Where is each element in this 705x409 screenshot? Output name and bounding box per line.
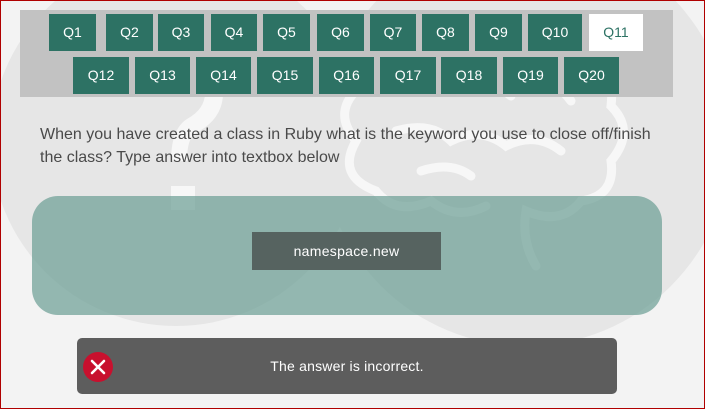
question-tab-q15[interactable]: Q15: [257, 57, 313, 94]
question-tab-q7[interactable]: Q7: [370, 14, 416, 51]
answer-textbox[interactable]: namespace.new: [252, 232, 441, 270]
question-tab-q10[interactable]: Q10: [528, 14, 582, 51]
question-tab-q20[interactable]: Q20: [564, 57, 619, 94]
feedback-text: The answer is incorrect.: [270, 358, 424, 374]
question-tab-q4[interactable]: Q4: [211, 14, 257, 51]
question-tab-q11[interactable]: Q11: [589, 14, 643, 51]
question-tab-q9[interactable]: Q9: [475, 14, 522, 51]
question-tab-q3[interactable]: Q3: [158, 14, 204, 51]
question-tab-q14[interactable]: Q14: [196, 57, 251, 94]
question-tab-q6[interactable]: Q6: [317, 14, 364, 51]
question-tab-q8[interactable]: Q8: [422, 14, 469, 51]
question-text: When you have created a class in Ruby wh…: [40, 126, 651, 166]
question-tab-q5[interactable]: Q5: [263, 14, 310, 51]
question-tab-q17[interactable]: Q17: [380, 57, 436, 94]
question-tab-q13[interactable]: Q13: [135, 57, 190, 94]
feedback-message: The answer is incorrect.: [77, 338, 617, 394]
question-tab-q19[interactable]: Q19: [503, 57, 558, 94]
question-tab-q1[interactable]: Q1: [49, 14, 96, 51]
question-tab-q2[interactable]: Q2: [106, 14, 153, 51]
quiz-frame: When you have created a class in Ruby wh…: [0, 0, 705, 409]
question-tab-q16[interactable]: Q16: [319, 57, 374, 94]
question-tab-q12[interactable]: Q12: [73, 57, 129, 94]
question-tab-q18[interactable]: Q18: [441, 57, 497, 94]
